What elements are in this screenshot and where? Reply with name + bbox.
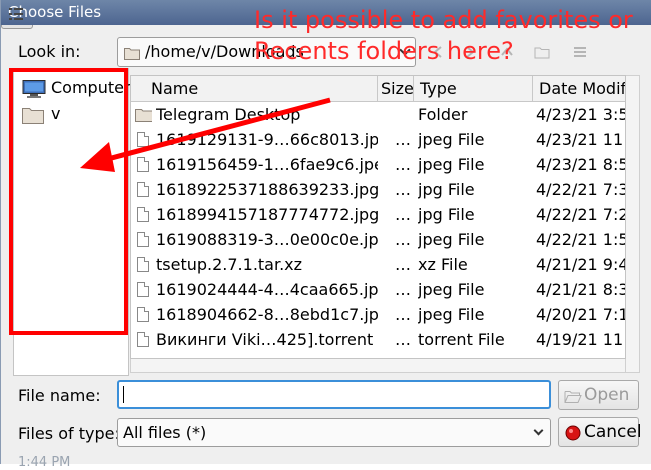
annotation-arrow-line bbox=[103, 97, 331, 163]
annotation-text: Is it possible to add favorites or Recen… bbox=[254, 6, 633, 65]
annotation-highlight-box bbox=[9, 68, 128, 335]
annotation-overlay bbox=[9, 68, 331, 335]
annotation-arrow-head bbox=[80, 142, 115, 172]
